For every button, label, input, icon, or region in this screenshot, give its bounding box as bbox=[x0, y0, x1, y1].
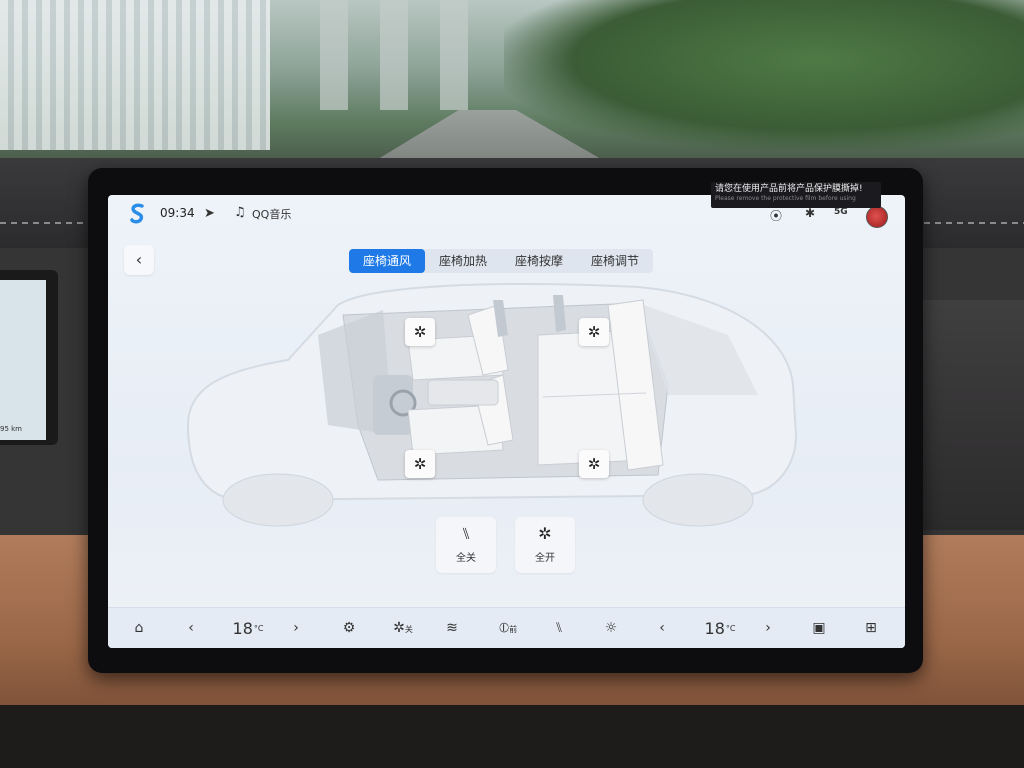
seat-icon[interactable]: ⑊ bbox=[548, 608, 570, 648]
protective-film-sticker: 请您在使用产品前将产品保护膜撕掉! Please remove the prot… bbox=[711, 182, 881, 208]
sticker-text-cn: 请您在使用产品前将产品保护膜撕掉! bbox=[715, 184, 863, 194]
seat-fan-icon: ✲ bbox=[587, 455, 601, 473]
chevron-right-icon[interactable]: › bbox=[288, 608, 304, 648]
air-vent bbox=[920, 300, 1024, 530]
rear-defrost-icon[interactable]: ▣ bbox=[808, 608, 830, 648]
car-cutaway-illustration bbox=[186, 283, 798, 527]
seat-fan-icon: ✲ bbox=[587, 323, 601, 341]
all-off-button[interactable]: ⑊ 全关 bbox=[436, 517, 496, 573]
sticker-text-en: Please remove the protective film before… bbox=[715, 195, 856, 202]
seat-fan-icon: ✲ bbox=[413, 323, 427, 341]
seat-fan-rear-right[interactable]: ✲ bbox=[579, 318, 609, 346]
location-pin-icon: ⦿ bbox=[770, 209, 783, 223]
fan-button[interactable]: ✲关 bbox=[388, 608, 418, 648]
home-icon[interactable]: ⌂ bbox=[128, 608, 150, 648]
seat-fan-front-left[interactable]: ✲ bbox=[405, 450, 435, 478]
defrost-icon: ⦶ bbox=[498, 620, 510, 636]
music-note-icon[interactable]: ♫ bbox=[234, 205, 246, 220]
seat-fan-icon: ✲ bbox=[538, 524, 552, 543]
instrument-range-text: 95 km bbox=[0, 425, 23, 433]
right-temperature-unit: °C bbox=[725, 624, 736, 633]
tab-seat-ventilation[interactable]: 座椅通风 bbox=[349, 249, 426, 273]
all-on-button[interactable]: ✲ 全开 bbox=[515, 517, 575, 573]
dashboard-bottom bbox=[0, 705, 1024, 768]
seat-fan-icon: ✲ bbox=[413, 455, 427, 473]
seat-fan-rear-left[interactable]: ✲ bbox=[579, 450, 609, 478]
app-grid-icon[interactable]: ⊞ bbox=[860, 608, 882, 648]
fan-icon: ✲ bbox=[393, 620, 405, 636]
chevron-left-icon: ‹ bbox=[135, 250, 143, 269]
gear-icon[interactable]: ⚙ bbox=[338, 608, 360, 648]
fence bbox=[0, 0, 270, 150]
center-display: 09:34 ➤ ♫ QQ音乐 ⦿ ✱ 5G ‹ 座椅通风 座椅加热 座椅按摩 座… bbox=[108, 195, 905, 648]
seat-fan-front-right[interactable]: ✲ bbox=[405, 318, 435, 346]
instrument-screen bbox=[0, 270, 58, 445]
fan-state-label: 关 bbox=[404, 625, 413, 634]
app-logo-icon[interactable] bbox=[128, 203, 148, 225]
windshield-view bbox=[0, 0, 1024, 165]
right-temperature: 18°C bbox=[700, 608, 740, 648]
seat-function-tabs: 座椅通风 座椅加热 座椅按摩 座椅调节 bbox=[349, 249, 654, 273]
instrument-screen-display bbox=[0, 280, 46, 440]
user-avatar[interactable] bbox=[866, 206, 888, 228]
chevron-left-icon[interactable]: ‹ bbox=[183, 608, 199, 648]
back-button[interactable]: ‹ bbox=[124, 245, 154, 275]
clock: 09:34 bbox=[160, 206, 195, 220]
climate-dock: ⌂ ‹ 18°C › ⚙ ✲关 ≋ ⦶前 ⑊ ☼ ‹ 18°C › ▣ ⊞ bbox=[108, 607, 905, 648]
front-defrost-label: 前 bbox=[509, 625, 518, 634]
music-app-label[interactable]: QQ音乐 bbox=[252, 206, 291, 222]
front-defrost-button[interactable]: ⦶前 bbox=[493, 608, 523, 648]
left-temperature-value: 18 bbox=[232, 619, 253, 638]
trees bbox=[504, 0, 1024, 150]
navigation-icon[interactable]: ➤ bbox=[204, 206, 215, 221]
left-temperature: 18°C bbox=[228, 608, 268, 648]
airflow-icon[interactable]: ≋ bbox=[441, 608, 463, 648]
all-on-label: 全开 bbox=[535, 553, 555, 564]
chevron-right-icon[interactable]: › bbox=[760, 608, 776, 648]
left-temperature-unit: °C bbox=[253, 624, 264, 633]
seat-icon: ⑊ bbox=[461, 524, 471, 543]
bluetooth-icon: ✱ bbox=[805, 206, 816, 220]
bridge-pillars bbox=[320, 0, 470, 110]
chevron-left-icon[interactable]: ‹ bbox=[654, 608, 670, 648]
right-temperature-value: 18 bbox=[704, 619, 725, 638]
tab-seat-adjustment[interactable]: 座椅调节 bbox=[577, 249, 653, 273]
brightness-icon[interactable]: ☼ bbox=[600, 608, 622, 648]
all-off-label: 全关 bbox=[456, 553, 476, 564]
tab-seat-massage[interactable]: 座椅按摩 bbox=[501, 249, 577, 273]
signal-indicator: 5G bbox=[834, 207, 848, 217]
tab-seat-heating[interactable]: 座椅加热 bbox=[425, 249, 501, 273]
